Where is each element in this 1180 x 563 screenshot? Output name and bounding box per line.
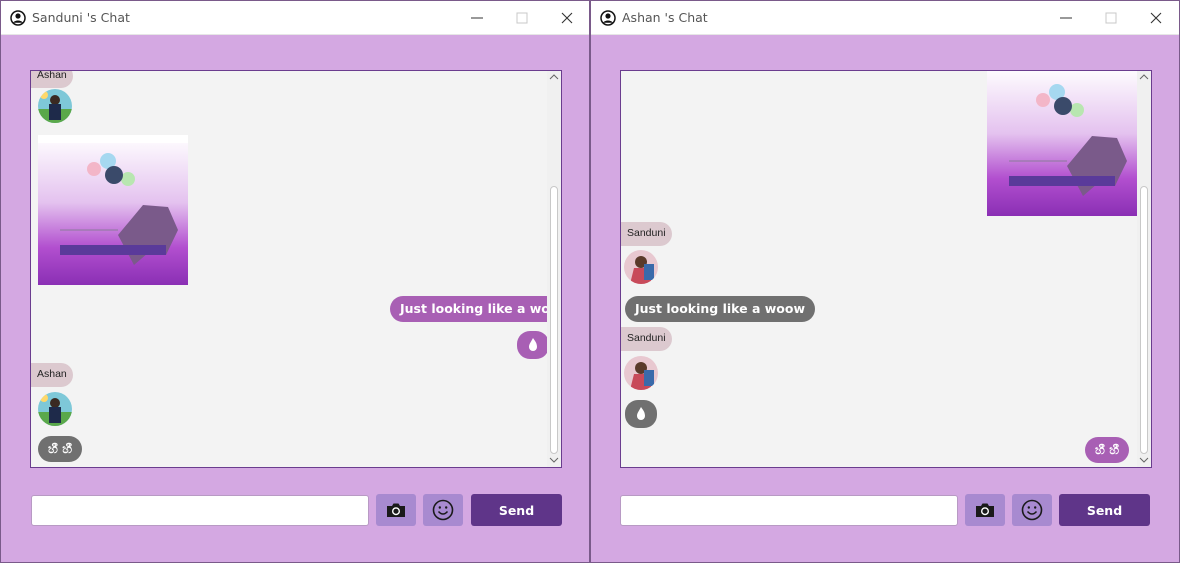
maximize-icon bbox=[1105, 12, 1117, 24]
emoji-icon bbox=[432, 499, 454, 521]
scrollbar-thumb[interactable] bbox=[550, 186, 558, 454]
sender-name: Sanduni bbox=[621, 327, 672, 351]
close-button[interactable] bbox=[547, 5, 587, 31]
user-icon bbox=[10, 10, 26, 26]
avatar bbox=[624, 356, 658, 390]
message-input[interactable] bbox=[31, 495, 369, 526]
send-button[interactable]: Send bbox=[1059, 494, 1150, 526]
send-button[interactable]: Send bbox=[471, 494, 562, 526]
scrollbar-thumb[interactable] bbox=[1140, 186, 1148, 454]
maximize-button[interactable] bbox=[1091, 5, 1131, 31]
emoji-button[interactable] bbox=[423, 494, 463, 526]
sender-name: Ashan bbox=[31, 71, 73, 88]
minimize-button[interactable] bbox=[1046, 5, 1086, 31]
emoji-icon bbox=[1021, 499, 1043, 521]
maximize-icon bbox=[516, 12, 528, 24]
message-list[interactable]: Sanduni Just looking like a woow Sanduni… bbox=[620, 70, 1152, 468]
message-list[interactable]: Ashan Just looking like a woow Ashan හී … bbox=[30, 70, 562, 468]
maximize-button[interactable] bbox=[502, 5, 542, 31]
own-message-bubble: හී හී bbox=[1085, 437, 1130, 463]
shared-image-screenshot[interactable] bbox=[987, 71, 1137, 216]
close-button[interactable] bbox=[1136, 5, 1176, 31]
chevron-down-icon bbox=[1139, 457, 1149, 463]
title-bar[interactable]: Ashan 's Chat bbox=[591, 1, 1179, 35]
shared-image-screenshot[interactable] bbox=[38, 135, 188, 285]
camera-icon bbox=[976, 503, 994, 517]
window-title: Sanduni 's Chat bbox=[32, 10, 130, 25]
camera-button[interactable] bbox=[376, 494, 416, 526]
close-icon bbox=[1150, 12, 1162, 24]
incoming-message-bubble: Just looking like a woow bbox=[625, 296, 816, 322]
sender-name: Sanduni bbox=[621, 222, 672, 246]
minimize-icon bbox=[1060, 17, 1072, 19]
camera-icon bbox=[387, 503, 405, 517]
sender-name: Ashan bbox=[31, 363, 73, 387]
scrollbar[interactable] bbox=[1137, 71, 1151, 467]
avatar bbox=[38, 89, 72, 123]
title-bar[interactable]: Sanduni 's Chat bbox=[1, 1, 589, 35]
scrollbar[interactable] bbox=[547, 71, 561, 467]
camera-button[interactable] bbox=[965, 494, 1005, 526]
fire-icon bbox=[637, 407, 645, 420]
own-message-bubble: Just looking like a woow bbox=[390, 296, 561, 322]
minimize-button[interactable] bbox=[457, 5, 497, 31]
fire-icon bbox=[529, 338, 537, 351]
incoming-emoji-bubble bbox=[625, 400, 657, 428]
user-icon bbox=[600, 10, 616, 26]
avatar bbox=[624, 250, 658, 284]
emoji-button[interactable] bbox=[1012, 494, 1052, 526]
minimize-icon bbox=[471, 17, 483, 19]
own-emoji-bubble bbox=[517, 331, 549, 359]
chevron-down-icon bbox=[549, 457, 559, 463]
chat-window-sanduni: Sanduni 's Chat Ashan Just looking like … bbox=[0, 0, 590, 563]
incoming-message-bubble: හී හී bbox=[38, 436, 83, 462]
close-icon bbox=[561, 12, 573, 24]
chat-window-ashan: Ashan 's Chat Sanduni Just looking like … bbox=[590, 0, 1180, 563]
message-input[interactable] bbox=[620, 495, 958, 526]
chevron-up-icon bbox=[549, 74, 559, 80]
chevron-up-icon bbox=[1139, 74, 1149, 80]
window-title: Ashan 's Chat bbox=[622, 10, 708, 25]
avatar bbox=[38, 392, 72, 426]
